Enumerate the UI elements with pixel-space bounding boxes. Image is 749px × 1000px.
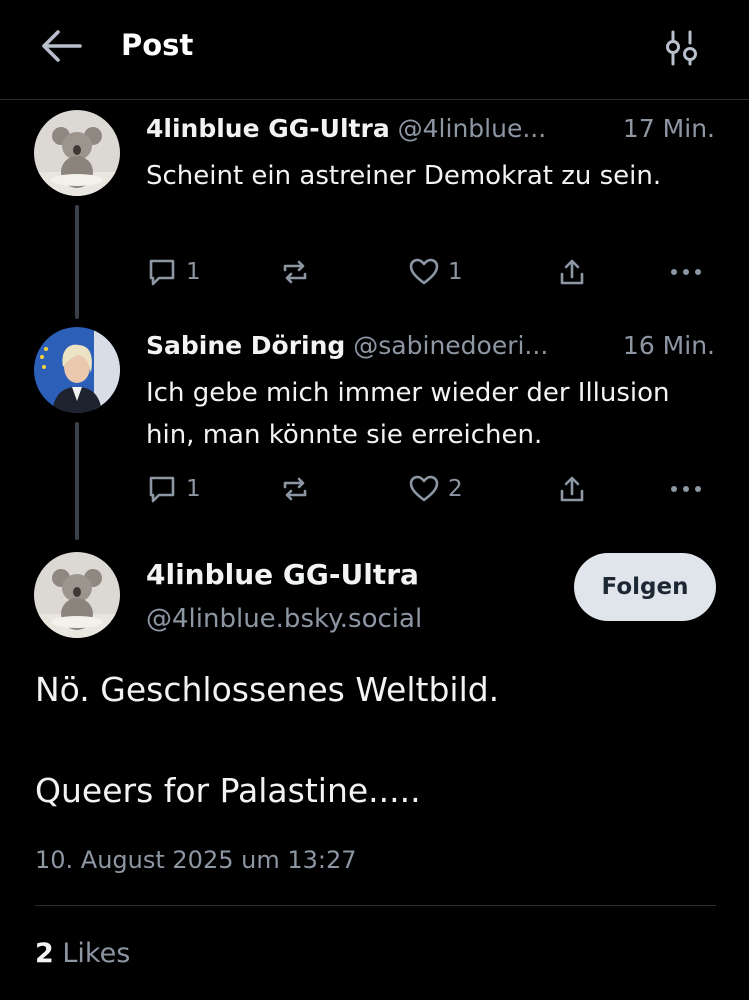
repost-button[interactable] — [279, 473, 311, 505]
koala-avatar — [34, 110, 120, 196]
author-name[interactable]: 4linblue GG-Ultra — [146, 558, 419, 591]
share-button[interactable] — [556, 256, 588, 288]
author-name[interactable]: Sabine Döring — [146, 331, 345, 360]
author-name[interactable]: 4linblue GG-Ultra — [146, 114, 390, 143]
reply-header: 4linblue GG-Ultra @4linblue... 17 Min. — [146, 114, 721, 143]
comment-icon — [149, 259, 175, 286]
author-handle[interactable]: @4linblue.bsky.social — [146, 604, 422, 634]
person-avatar — [34, 327, 120, 413]
page-title: Post — [121, 28, 194, 62]
top-bar: Post — [0, 0, 749, 100]
avatar[interactable] — [34, 327, 120, 413]
thread-line — [75, 422, 79, 540]
reply-button[interactable]: 1 — [146, 473, 201, 505]
divider — [35, 905, 716, 906]
like-count: 1 — [448, 259, 463, 285]
avatar[interactable] — [34, 552, 120, 638]
reply-text: Scheint ein astreiner Demokrat zu sein. — [146, 161, 662, 191]
author-handle[interactable]: @sabinedoeri... — [353, 331, 548, 360]
post-timestamp: 10. August 2025 um 13:27 — [35, 846, 357, 874]
like-button[interactable]: 1 — [408, 256, 463, 288]
sliders-icon — [666, 30, 697, 66]
back-button[interactable] — [38, 26, 86, 66]
arrow-left-icon — [42, 30, 82, 62]
more-dots-icon — [671, 269, 701, 275]
like-count: 2 — [448, 476, 463, 502]
share-icon — [560, 476, 584, 502]
repost-icon — [283, 477, 307, 501]
share-button[interactable] — [556, 473, 588, 505]
likes-count: 2 — [35, 938, 54, 969]
post-text: Queers for Palastine..... — [35, 771, 421, 810]
reply-text: Ich gebe mich immer wieder der Illusion … — [146, 378, 670, 450]
reply-count: 1 — [186, 259, 201, 285]
koala-avatar — [34, 552, 120, 638]
author-handle[interactable]: @4linblue... — [398, 114, 547, 143]
more-options-button[interactable] — [668, 256, 704, 288]
reply-count: 1 — [186, 476, 201, 502]
likes-label: Likes — [62, 938, 131, 969]
share-icon — [560, 259, 584, 285]
thread-line — [75, 205, 79, 319]
more-options-button[interactable] — [668, 473, 704, 505]
post-time: 17 Min. — [616, 114, 715, 143]
reply-button[interactable]: 1 — [146, 256, 201, 288]
comment-icon — [149, 476, 175, 503]
more-dots-icon — [671, 486, 701, 492]
post-text: Nö. Geschlossenes Weltbild. — [35, 670, 500, 709]
like-button[interactable]: 2 — [408, 473, 463, 505]
repost-button[interactable] — [279, 256, 311, 288]
post-time: 16 Min. — [616, 331, 715, 360]
heart-icon — [409, 258, 439, 285]
repost-icon — [283, 260, 307, 284]
follow-button[interactable]: Folgen — [574, 553, 716, 621]
reply-header: Sabine Döring @sabinedoeri... 16 Min. — [146, 331, 721, 360]
thread-settings-button[interactable] — [660, 26, 704, 70]
likes-link[interactable]: 2 Likes — [35, 938, 130, 969]
avatar[interactable] — [34, 110, 120, 196]
heart-icon — [409, 475, 439, 502]
